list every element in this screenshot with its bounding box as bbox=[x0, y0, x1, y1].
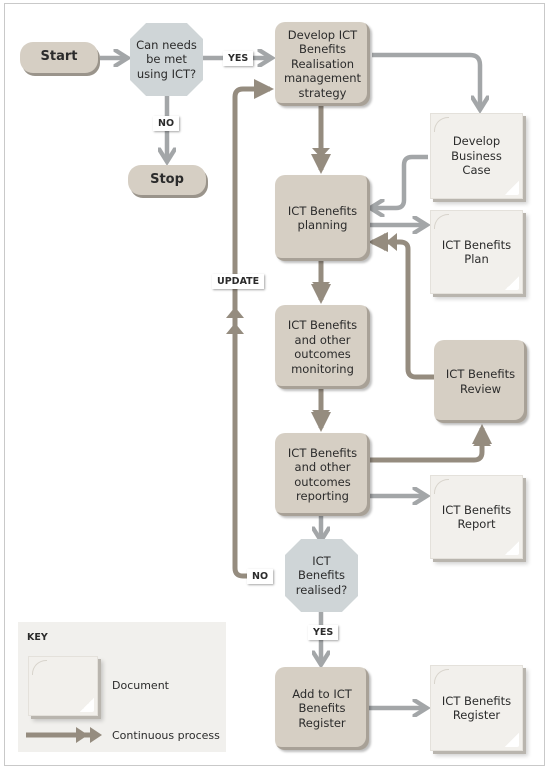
process-review[interactable]: ICT Benefits Review bbox=[434, 340, 527, 423]
page-curl-icon bbox=[434, 214, 449, 229]
page-curl-icon bbox=[505, 181, 519, 195]
page-curl-icon bbox=[434, 117, 449, 132]
process-planning[interactable]: ICT Benefits planning bbox=[275, 175, 370, 261]
process-review-label: ICT Benefits Review bbox=[445, 367, 516, 396]
document-register[interactable]: ICT Benefits Register bbox=[430, 665, 523, 751]
legend-document-label: Document bbox=[112, 679, 169, 692]
document-business-case[interactable]: Develop Business Case bbox=[430, 113, 523, 199]
page-curl-icon bbox=[505, 733, 519, 747]
legend-title: KEY bbox=[27, 632, 48, 643]
legend-document-icon bbox=[28, 656, 98, 716]
process-add-register[interactable]: Add to ICT Benefits Register bbox=[275, 667, 369, 750]
start-node[interactable]: Start bbox=[20, 42, 98, 73]
document-report[interactable]: ICT Benefits Report bbox=[430, 475, 523, 559]
document-register-label: ICT Benefits Register bbox=[441, 693, 512, 723]
page-curl-icon bbox=[80, 698, 94, 712]
legend: KEY Document Continuous process bbox=[18, 622, 226, 752]
page-curl-icon bbox=[434, 669, 449, 684]
process-planning-label: ICT Benefits planning bbox=[287, 203, 358, 233]
yes-label-2: YES bbox=[308, 625, 339, 640]
page-curl-icon bbox=[505, 276, 519, 290]
process-reporting-label: ICT Benefits and other outcomes reportin… bbox=[287, 445, 358, 504]
continuous-review-to-planning bbox=[368, 232, 434, 380]
update-label: UPDATE bbox=[212, 274, 265, 289]
page-curl-icon bbox=[505, 541, 519, 555]
yes-label: YES bbox=[223, 51, 254, 66]
no-label-2: NO bbox=[247, 569, 274, 584]
document-report-label: ICT Benefits Report bbox=[441, 502, 512, 532]
process-add-register-label: Add to ICT Benefits Register bbox=[292, 686, 352, 730]
continuous-arrow-icon bbox=[26, 727, 102, 743]
arrow-business-case-to-planning bbox=[372, 154, 428, 208]
process-monitoring-label: ICT Benefits and other outcomes monitori… bbox=[287, 318, 358, 376]
page-curl-icon bbox=[32, 660, 47, 675]
start-label: Start bbox=[40, 49, 78, 65]
stop-node[interactable]: Stop bbox=[128, 165, 206, 195]
no-label: NO bbox=[153, 116, 180, 131]
process-strategy-label: Develop ICT Benefits Realisation managem… bbox=[283, 27, 362, 100]
continuous-reporting-to-review bbox=[370, 424, 492, 463]
document-business-case-label: Develop Business Case bbox=[451, 134, 502, 178]
decision-realised[interactable]: ICT Benefits realised? bbox=[285, 539, 358, 612]
decision-ict-label: Can needs be met using ICT? bbox=[136, 37, 197, 81]
legend-continuous-label: Continuous process bbox=[112, 729, 220, 742]
process-strategy[interactable]: Develop ICT Benefits Realisation managem… bbox=[275, 22, 370, 106]
stop-label: Stop bbox=[150, 171, 184, 187]
decision-realised-label: ICT Benefits realised? bbox=[295, 553, 348, 597]
document-plan[interactable]: ICT Benefits Plan bbox=[430, 210, 523, 294]
process-monitoring[interactable]: ICT Benefits and other outcomes monitori… bbox=[275, 305, 370, 389]
page-curl-icon bbox=[434, 479, 449, 494]
decision-ict[interactable]: Can needs be met using ICT? bbox=[130, 23, 203, 96]
arrow-strategy-to-business-case bbox=[372, 52, 480, 108]
document-plan-label: ICT Benefits Plan bbox=[441, 237, 512, 267]
process-reporting[interactable]: ICT Benefits and other outcomes reportin… bbox=[275, 433, 370, 516]
